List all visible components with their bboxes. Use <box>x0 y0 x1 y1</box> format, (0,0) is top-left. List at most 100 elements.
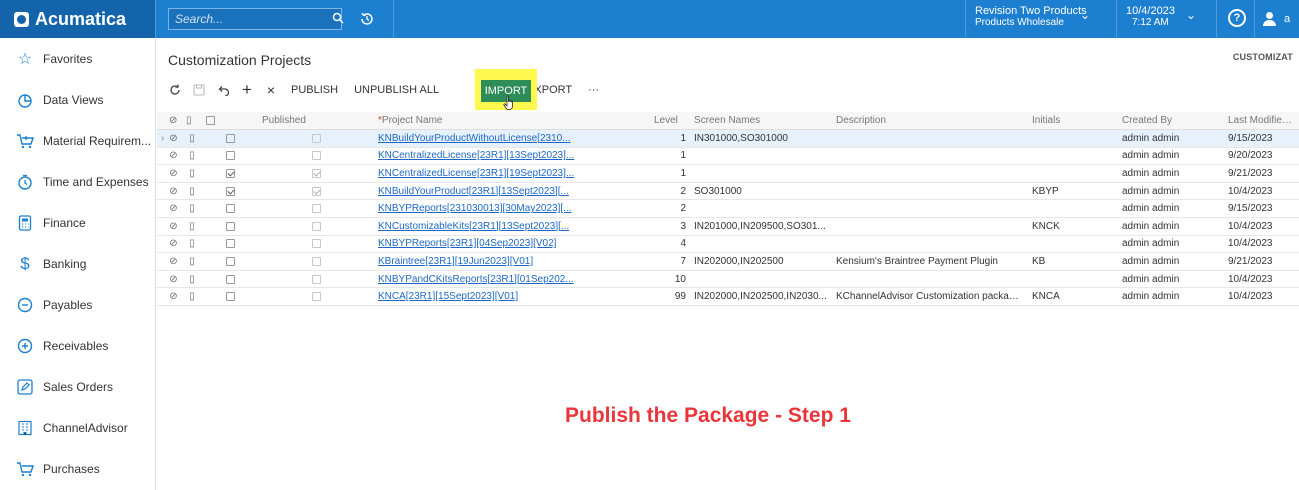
more-actions-button[interactable]: ··· <box>580 78 607 102</box>
row-expander[interactable]: › <box>157 129 165 148</box>
sidebar-item-material-requirements[interactable]: Material Requirem... <box>0 120 155 161</box>
acumatica-logo[interactable]: Acumatica <box>0 0 155 38</box>
project-name-cell[interactable]: KNBuildYourProductWithoutLicense[2310... <box>374 129 650 148</box>
row-expander[interactable] <box>157 199 165 219</box>
last-modified-column-header[interactable]: Last Modified On <box>1224 112 1299 131</box>
created-by-column-header[interactable]: Created By <box>1118 112 1224 131</box>
table-row[interactable]: ⊘ ▯ KBraintree[23R1][19Jun2023][V01] 7 IN202… <box>157 252 1299 271</box>
row-select-checkbox[interactable] <box>225 186 235 196</box>
project-name-link[interactable]: KNBuildYourProductWithoutLicense[2310... <box>378 133 571 144</box>
project-name-column-header[interactable]: *Project Name <box>374 112 650 131</box>
sidebar-item-sales-orders[interactable]: Sales Orders <box>0 366 155 407</box>
project-name-cell[interactable]: KNCentralizedLicense[23R1][19Sept2023]..… <box>374 164 650 183</box>
row-expander[interactable] <box>157 252 165 271</box>
row-notes-cell[interactable]: ▯ <box>182 129 202 148</box>
row-files-cell[interactable]: ⊘ <box>165 199 182 219</box>
row-files-cell[interactable]: ⊘ <box>165 252 182 271</box>
history-icon[interactable] <box>356 8 378 30</box>
row-select-cell[interactable] <box>202 182 258 201</box>
table-row[interactable]: ⊘ ▯ KNBYPReports[231030013][30May2023][...… <box>157 199 1299 219</box>
published-column-header[interactable]: Published <box>258 112 374 131</box>
project-name-link[interactable]: KNBYPReports[231030013][30May2023][... <box>378 203 571 214</box>
row-select-cell[interactable] <box>202 217 258 236</box>
user-menu[interactable]: a <box>1262 9 1299 29</box>
row-select-cell[interactable] <box>202 147 258 166</box>
row-select-cell[interactable] <box>202 235 258 254</box>
project-name-cell[interactable]: KNCA[23R1][15Sept2023][V01] <box>374 287 650 307</box>
row-notes-cell[interactable]: ▯ <box>182 217 202 236</box>
row-expander[interactable] <box>157 182 165 201</box>
row-files-cell[interactable]: ⊘ <box>165 147 182 166</box>
table-row[interactable]: ⊘ ▯ KNBYPandCKitsReports[23R1][01Sep202...… <box>157 270 1299 289</box>
project-name-link[interactable]: KNBuildYourProduct[23R1][13Sept2023][... <box>378 186 569 197</box>
table-row[interactable]: ⊘ ▯ KNCentralizedLicense[23R1][19Sept2023]… <box>157 164 1299 183</box>
project-name-link[interactable]: KNCentralizedLicense[23R1][19Sept2023]..… <box>378 168 574 179</box>
row-notes-cell[interactable]: ▯ <box>182 164 202 183</box>
sidebar-item-payables[interactable]: Payables <box>0 284 155 325</box>
project-name-link[interactable]: KNCentralizedLicense[23R1][13Sept2023]..… <box>378 150 574 161</box>
sidebar-item-receivables[interactable]: Receivables <box>0 325 155 366</box>
project-name-link[interactable]: KNBYPReports[23R1][04Sep2023][V02] <box>378 238 556 249</box>
project-name-cell[interactable]: KBraintree[23R1][19Jun2023][V01] <box>374 252 650 271</box>
project-name-link[interactable]: KNCA[23R1][15Sept2023][V01] <box>378 291 518 302</box>
row-files-cell[interactable]: ⊘ <box>165 287 182 307</box>
row-notes-cell[interactable]: ▯ <box>182 199 202 219</box>
row-files-cell[interactable]: ⊘ <box>165 270 182 289</box>
search-icon[interactable] <box>332 12 344 27</box>
row-select-checkbox[interactable] <box>225 151 235 161</box>
notes-column-header[interactable]: ▯ <box>182 112 202 131</box>
row-notes-cell[interactable]: ▯ <box>182 235 202 254</box>
row-select-checkbox[interactable] <box>225 221 235 231</box>
row-expander[interactable] <box>157 147 165 166</box>
delete-icon[interactable]: × <box>259 78 283 102</box>
project-name-link[interactable]: KBraintree[23R1][19Jun2023][V01] <box>378 256 533 267</box>
row-select-cell[interactable] <box>202 252 258 271</box>
select-all-header[interactable] <box>202 112 258 131</box>
sidebar-item-finance[interactable]: Finance <box>0 202 155 243</box>
level-column-header[interactable]: Level <box>650 112 690 131</box>
project-name-cell[interactable]: KNCentralizedLicense[23R1][13Sept2023]..… <box>374 147 650 166</box>
row-expander[interactable] <box>157 287 165 307</box>
project-name-link[interactable]: KNBYPandCKitsReports[23R1][01Sep202... <box>378 274 574 285</box>
description-column-header[interactable]: Description <box>832 112 1028 131</box>
project-name-link[interactable]: KNCustomizableKits[23R1][13Sept2023][... <box>378 221 569 232</box>
search-box[interactable] <box>168 8 344 30</box>
tenant-selector[interactable]: Revision Two Products Products Wholesale… <box>975 6 1095 29</box>
search-input[interactable] <box>175 12 332 26</box>
row-notes-cell[interactable]: ▯ <box>182 270 202 289</box>
save-icon[interactable] <box>187 78 211 102</box>
row-expander[interactable] <box>157 217 165 236</box>
row-files-cell[interactable]: ⊘ <box>165 164 182 183</box>
row-select-cell[interactable] <box>202 270 258 289</box>
sidebar-item-purchases[interactable]: Purchases <box>0 448 155 489</box>
add-icon[interactable]: + <box>235 78 259 102</box>
row-files-cell[interactable]: ⊘ <box>165 217 182 236</box>
table-row[interactable]: ⊘ ▯ KNCustomizableKits[23R1][13Sept2023][.… <box>157 217 1299 236</box>
project-name-cell[interactable]: KNBYPReports[231030013][30May2023][... <box>374 199 650 219</box>
sidebar-item-data-views[interactable]: Data Views <box>0 79 155 120</box>
row-expander[interactable] <box>157 164 165 183</box>
project-name-cell[interactable]: KNBYPReports[23R1][04Sep2023][V02] <box>374 235 650 254</box>
row-select-checkbox[interactable] <box>225 204 235 214</box>
sidebar-item-favorites[interactable]: ☆ Favorites <box>0 38 155 79</box>
table-row[interactable]: ⊘ ▯ KNCA[23R1][15Sept2023][V01] 99 IN202000,… <box>157 287 1299 307</box>
sidebar-item-channeladvisor[interactable]: ChannelAdvisor <box>0 407 155 448</box>
table-row[interactable]: ⊘ ▯ KNBYPReports[23R1][04Sep2023][V02] 4 adm… <box>157 235 1299 254</box>
row-select-checkbox[interactable] <box>225 168 235 178</box>
sidebar-item-time-and-expenses[interactable]: Time and Expenses <box>0 161 155 202</box>
row-select-checkbox[interactable] <box>225 239 235 249</box>
project-name-cell[interactable]: KNBYPandCKitsReports[23R1][01Sep202... <box>374 270 650 289</box>
row-select-cell[interactable] <box>202 164 258 183</box>
sidebar-item-banking[interactable]: $ Banking <box>0 243 155 284</box>
row-files-cell[interactable]: ⊘ <box>165 235 182 254</box>
row-select-cell[interactable] <box>202 287 258 307</box>
row-files-cell[interactable]: ⊘ <box>165 129 182 148</box>
project-name-cell[interactable]: KNBuildYourProduct[23R1][13Sept2023][... <box>374 182 650 201</box>
table-row[interactable]: ⊘ ▯ KNCentralizedLicense[23R1][13Sept2023]… <box>157 147 1299 166</box>
row-select-cell[interactable] <box>202 129 258 148</box>
publish-button[interactable]: PUBLISH <box>283 78 346 102</box>
table-row[interactable]: ⊘ ▯ KNBuildYourProduct[23R1][13Sept2023][.… <box>157 182 1299 201</box>
undo-icon[interactable] <box>211 78 235 102</box>
row-files-cell[interactable]: ⊘ <box>165 182 182 201</box>
files-column-header[interactable]: ⊘ <box>165 112 182 131</box>
